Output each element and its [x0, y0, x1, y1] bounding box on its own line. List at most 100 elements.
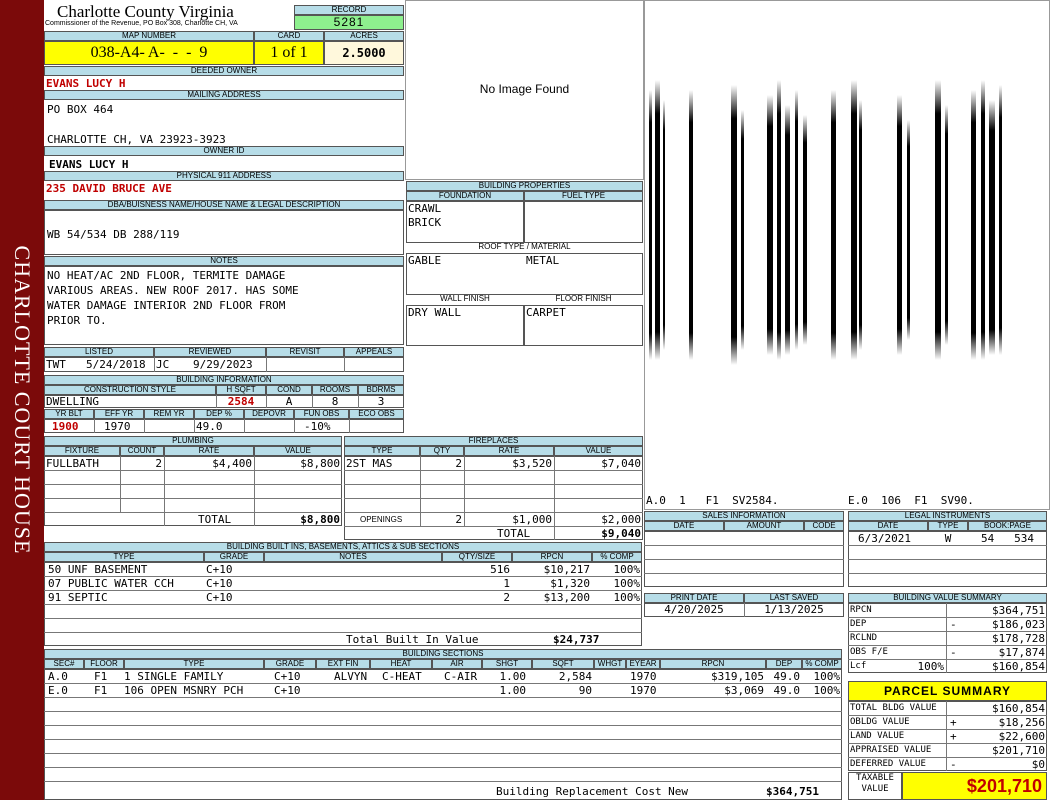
fuel-type-label: FUEL TYPE [524, 191, 643, 201]
deferred-label: DEFERRED VALUE [850, 759, 926, 769]
owner-id-label: OWNER ID [44, 146, 404, 156]
builtin-qty: 1 [503, 577, 510, 590]
builtin-type: 91 SEPTIC [48, 591, 108, 604]
dep-sign: - [950, 618, 957, 631]
obldg-sign: + [950, 716, 957, 729]
taxable-value: $201,710 [902, 772, 1047, 800]
section-comp: 100% [813, 670, 841, 683]
section-rpcn: $319,105 [711, 670, 764, 683]
section-header: GRADE [264, 659, 316, 669]
bdrms-label: BDRMS [358, 385, 404, 395]
legal-header: TYPE [928, 521, 968, 531]
obs-label: OBS F/E [850, 647, 888, 657]
rooms: 8 [331, 395, 339, 408]
effyr-label: EFF YR [94, 409, 144, 419]
legal-bookpage: 54 534 [981, 532, 1034, 545]
listed-label: LISTED [44, 347, 154, 357]
section-header: HEAT [370, 659, 432, 669]
owner-id: EVANS LUCY H [49, 158, 129, 171]
cond-label: COND [266, 385, 312, 395]
office-address: Commissioner of the Revenue, PO Box 308,… [45, 20, 238, 27]
fireplace-total: $9,040 [601, 527, 641, 540]
openings-qty: 2 [455, 513, 462, 526]
remyr-label: REM YR [144, 409, 194, 419]
legal-label: LEGAL INSTRUMENTS [848, 511, 1047, 521]
sales-header: DATE [644, 521, 724, 531]
section-sec: A.0 [48, 670, 68, 683]
section-shgt: 1.00 [499, 670, 527, 683]
rclnd-label: RCLND [850, 633, 878, 643]
builtin-grade: C+10 [206, 591, 233, 604]
section-header: TYPE [124, 659, 264, 669]
section-header: SEC# [44, 659, 84, 669]
replacement-cost: $364,751 [766, 785, 819, 798]
section-header: EYEAR [626, 659, 660, 669]
section-comp: 100% [813, 684, 841, 697]
mailing-line1: PO BOX 464 [47, 103, 114, 116]
print-date: 4/20/2025 [664, 603, 724, 616]
no-image-text: No Image Found [479, 82, 570, 96]
notes-label: NOTES [44, 256, 404, 266]
plumbing-total-label: TOTAL [198, 513, 232, 526]
builtins-header: GRADE [204, 552, 264, 562]
rpcn-label: RPCN [850, 605, 872, 615]
physical-address-label: PHYSICAL 911 ADDRESS [44, 171, 404, 181]
openings-label: OPENINGS [360, 515, 403, 524]
yrblt-label: YR BLT [44, 409, 94, 419]
total-bldg-value: $160,854 [992, 702, 1045, 715]
depovr-label: DEPOVR [244, 409, 294, 419]
obldg-label: OBLDG VALUE [850, 717, 910, 727]
legal-header: BOOK:PAGE [968, 521, 1047, 531]
section-header: WHGT [594, 659, 626, 669]
foundation-label: FOUNDATION [406, 191, 524, 201]
roof-box [406, 253, 643, 295]
dba-label: DBA/BUISNESS NAME/HOUSE NAME & LEGAL DES… [44, 200, 404, 210]
builtin-grade: C+10 [206, 563, 233, 576]
builtins-header: QTY/SIZE [442, 552, 512, 562]
fireplace-header: TYPE [344, 446, 420, 456]
notes-line: VARIOUS AREAS. NEW ROOF 2017. HAS SOME [47, 284, 299, 297]
construction-style: DWELLING [46, 395, 99, 408]
section-type: 1 SINGLE FAMILY [124, 670, 224, 683]
section-header: SQFT [532, 659, 594, 669]
section-dep: 49.0 [773, 670, 801, 683]
reviewed-by: JC [156, 358, 170, 371]
fireplace-total-label: TOTAL [497, 527, 531, 540]
plumbing-header: COUNT [120, 446, 164, 456]
rpcn-value: $364,751 [992, 604, 1045, 617]
mailing-line2: CHARLOTTE CH, VA 23923-3923 [47, 133, 226, 146]
fireplace-header: QTY [420, 446, 464, 456]
replacement-cost-label: Building Replacement Cost New [496, 785, 689, 798]
building-info-label: BUILDING INFORMATION [44, 375, 404, 385]
ecoobs-label: ECO OBS [349, 409, 404, 419]
plumbing-value: $8,800 [300, 457, 340, 470]
builtin-qty: 516 [490, 563, 510, 576]
fireplace-rate: $3,520 [512, 457, 552, 470]
section-header: EXT FIN [316, 659, 370, 669]
sections-label: BUILDING SECTIONS [44, 649, 842, 659]
cond: A [285, 395, 293, 408]
notes-line: NO HEAT/AC 2ND FLOOR, TERMITE DAMAGE [47, 269, 286, 282]
plumbing-count: 2 [155, 457, 162, 470]
builtin-type: 07 PUBLIC WATER CCH [48, 577, 174, 590]
section-sqft: 2,584 [558, 670, 592, 683]
sketch-drawing [649, 80, 1002, 365]
revisit-label: REVISIT [266, 347, 344, 357]
builtin-grade: C+10 [206, 577, 233, 590]
lcf-value: $160,854 [992, 660, 1045, 673]
builtin-type: 50 UNF BASEMENT [48, 563, 148, 576]
wall-finish: DRY WALL [408, 306, 461, 319]
taxable-label: VALUE [861, 784, 889, 794]
fireplaces-label: FIREPLACES [344, 436, 643, 446]
builtins-total-label: Total Built In Value [346, 633, 479, 646]
section-grade: C+10 [274, 684, 301, 697]
plumbing-header: FIXTURE [44, 446, 120, 456]
builtin-qty: 2 [503, 591, 510, 604]
appraised-value: $201,710 [992, 744, 1045, 757]
builtin-rpcn: $1,320 [550, 577, 590, 590]
bdrms: 3 [377, 395, 385, 408]
appeals-label: APPEALS [344, 347, 404, 357]
section-header: % COMP [802, 659, 842, 669]
section-header: FLOOR [84, 659, 124, 669]
plumbing-header: RATE [164, 446, 254, 456]
